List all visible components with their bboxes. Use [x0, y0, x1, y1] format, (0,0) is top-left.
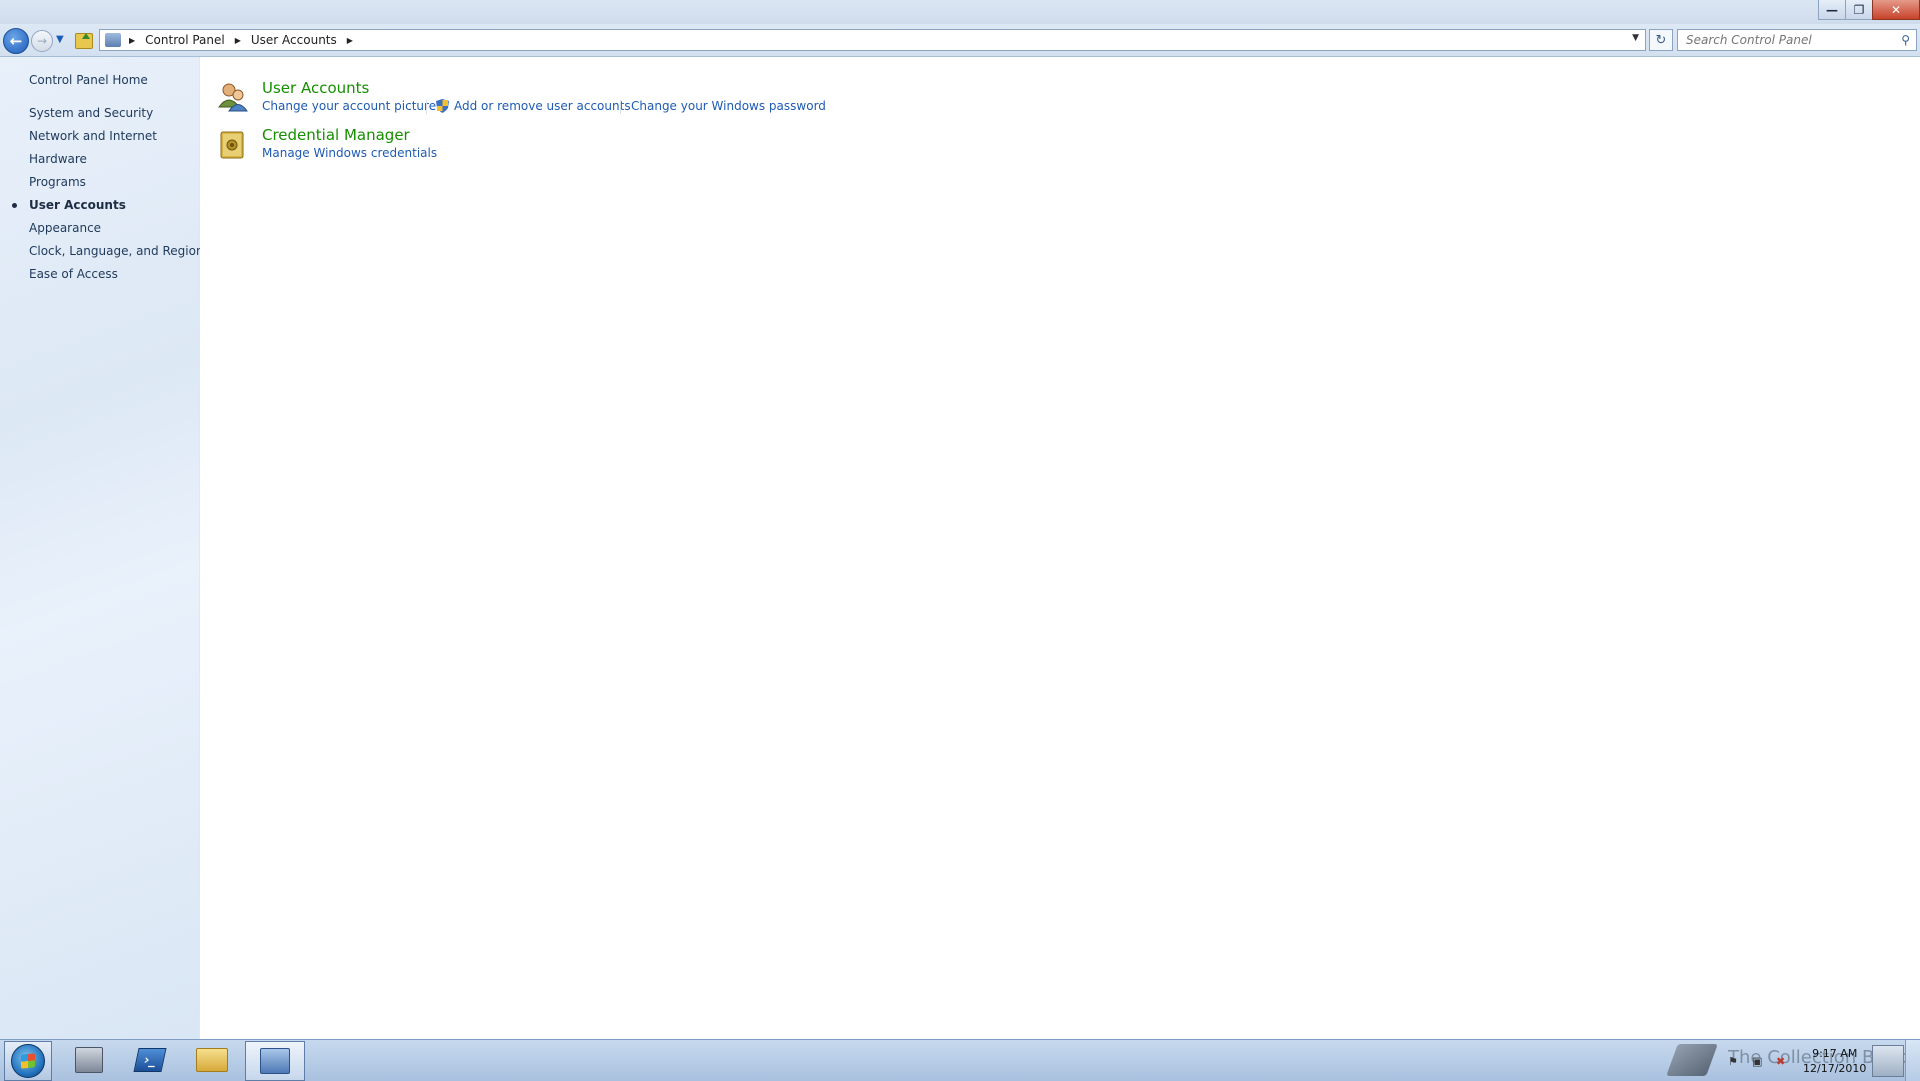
link-change-windows-password[interactable]: Change your Windows password — [631, 99, 826, 113]
powershell-icon: ›_ — [133, 1048, 167, 1072]
main-content: User Accounts Change your account pictur… — [200, 57, 1920, 1039]
search-input[interactable] — [1684, 32, 1893, 48]
sidebar-item-appearance[interactable]: Appearance — [29, 221, 101, 235]
link-change-account-picture[interactable]: Change your account picture — [262, 99, 436, 113]
chevron-right-icon[interactable]: ▶ — [235, 36, 241, 45]
maximize-button[interactable]: ❐ — [1845, 0, 1873, 20]
sidebar-item-programs[interactable]: Programs — [29, 175, 86, 189]
breadcrumb-user-accounts[interactable]: User Accounts — [249, 33, 339, 47]
sidebar-item-clock-language-region[interactable]: Clock, Language, and Region — [29, 244, 204, 258]
taskbar: ›_ The Collection Book ⚑ ▣ ✖ 9:17 AM 12/… — [0, 1039, 1920, 1081]
taskbar-explorer[interactable] — [183, 1041, 241, 1079]
clock[interactable]: 9:17 AM 12/17/2010 — [1803, 1046, 1866, 1076]
caption-buttons: — ❐ ✕ — [1818, 0, 1920, 20]
folder-icon — [196, 1048, 228, 1072]
search-box: ⚲ — [1677, 29, 1917, 51]
sidebar-item-system-and-security[interactable]: System and Security — [29, 106, 153, 120]
sidebar-item-control-panel-home[interactable]: Control Panel Home — [29, 73, 148, 87]
left-navigation-pane: Control Panel Home System and Security N… — [0, 57, 204, 1039]
system-tray: The Collection Book ⚑ ▣ ✖ 9:17 AM 12/17/… — [1660, 1040, 1920, 1081]
category-credential-manager-title[interactable]: Credential Manager — [262, 126, 410, 144]
chevron-right-icon[interactable]: ▶ — [347, 36, 353, 45]
start-button[interactable] — [4, 1041, 52, 1081]
minimize-button[interactable]: — — [1818, 0, 1846, 20]
search-icon[interactable]: ⚲ — [1901, 33, 1910, 47]
action-center-flag-icon[interactable]: ⚑ — [1728, 1055, 1740, 1068]
breadcrumb-control-panel[interactable]: Control Panel — [143, 33, 227, 47]
clock-date: 12/17/2010 — [1803, 1062, 1867, 1075]
recent-pages-dropdown[interactable]: ▼ — [56, 34, 64, 45]
volume-muted-icon[interactable]: ✖ — [1776, 1055, 1788, 1068]
navigation-bar: ← → ▼ ▶ Control Panel ▶ User Accounts ▶ … — [0, 24, 1920, 57]
taskbar-server-manager[interactable] — [60, 1041, 118, 1079]
refresh-button[interactable]: ↻ — [1649, 29, 1673, 51]
uac-shield-icon — [436, 99, 449, 113]
windows-logo-icon — [11, 1044, 45, 1078]
server-manager-icon — [75, 1047, 103, 1073]
credential-manager-icon[interactable] — [217, 128, 249, 160]
address-bar[interactable]: ▶ Control Panel ▶ User Accounts ▶ ▼ — [99, 29, 1646, 51]
sidebar-item-network-and-internet[interactable]: Network and Internet — [29, 129, 157, 143]
sidebar-item-ease-of-access[interactable]: Ease of Access — [29, 267, 118, 281]
link-divider — [426, 100, 427, 114]
taskbar-control-panel[interactable] — [245, 1041, 305, 1081]
taskbar-powershell[interactable]: ›_ — [121, 1041, 179, 1079]
user-avatar — [1872, 1045, 1904, 1077]
book-icon — [1666, 1044, 1718, 1076]
active-item-bullet — [12, 203, 17, 208]
category-user-accounts-title[interactable]: User Accounts — [262, 79, 369, 97]
back-button[interactable]: ← — [3, 28, 29, 54]
show-desktop-button[interactable] — [1905, 1040, 1920, 1081]
control-panel-icon — [105, 33, 121, 47]
clock-time: 9:17 AM — [1812, 1047, 1858, 1060]
network-icon[interactable]: ▣ — [1752, 1055, 1764, 1068]
close-button[interactable]: ✕ — [1872, 0, 1920, 20]
sidebar-item-hardware[interactable]: Hardware — [29, 152, 87, 166]
chevron-right-icon[interactable]: ▶ — [129, 36, 135, 45]
link-divider — [620, 100, 621, 114]
up-folder-icon[interactable] — [75, 33, 93, 49]
address-history-dropdown-icon[interactable]: ▼ — [1632, 33, 1639, 43]
sidebar-item-user-accounts[interactable]: User Accounts — [29, 198, 126, 212]
control-panel-icon — [260, 1048, 290, 1074]
link-manage-windows-credentials[interactable]: Manage Windows credentials — [262, 146, 437, 160]
link-add-remove-user-accounts[interactable]: Add or remove user accounts — [454, 99, 631, 113]
window-titlebar: — ❐ ✕ — [0, 0, 1920, 24]
user-accounts-icon[interactable] — [217, 81, 249, 113]
forward-button[interactable]: → — [31, 30, 53, 52]
